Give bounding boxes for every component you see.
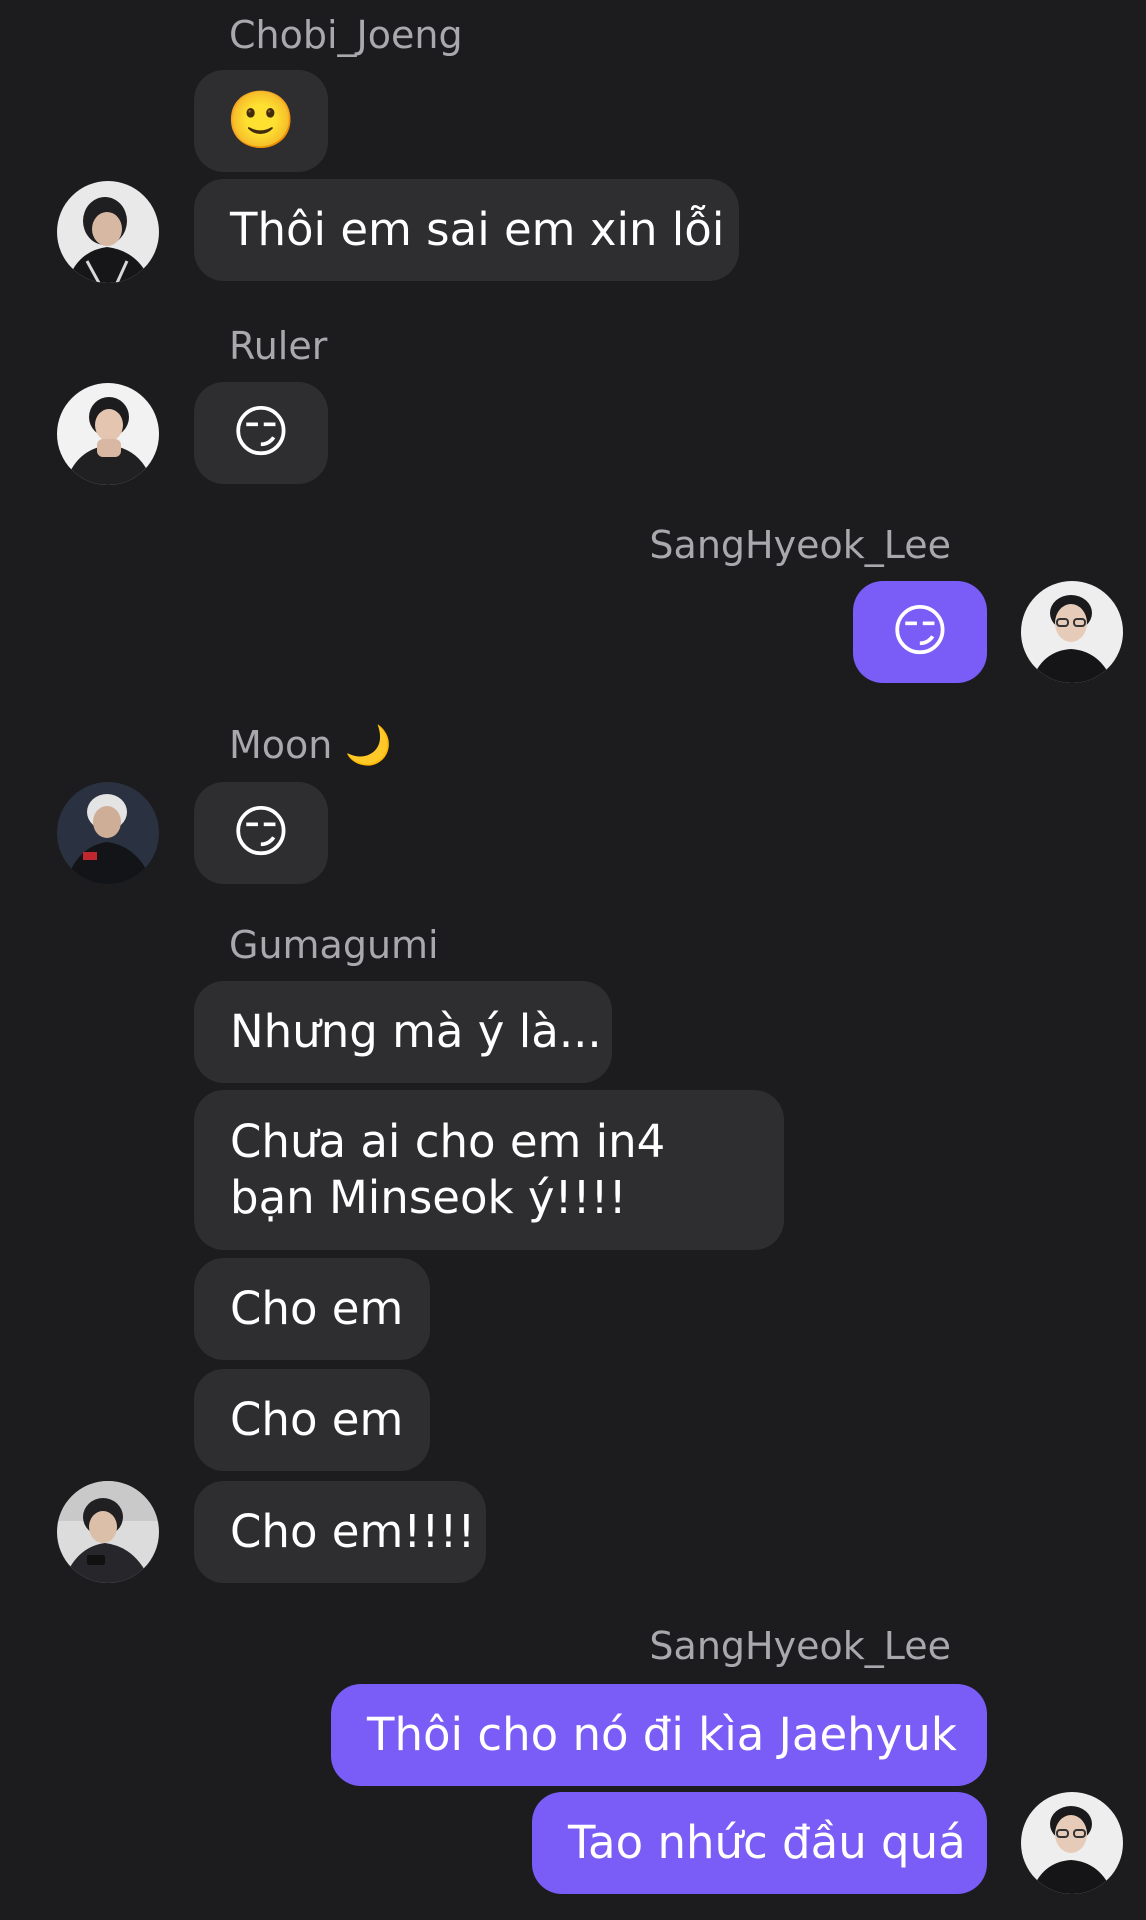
sender-name: Ruler: [229, 324, 328, 368]
message-bubble[interactable]: Cho em: [194, 1369, 430, 1471]
sender-name: SangHyeok_Lee: [649, 1624, 951, 1668]
avatar-photo-icon: [57, 782, 159, 884]
sender-name: Gumagumi: [229, 923, 439, 967]
message-bubble[interactable]: Cho em: [194, 1258, 430, 1360]
avatar-photo-icon: [1021, 1792, 1123, 1894]
message-bubble[interactable]: Chưa ai cho em in4 bạn Minseok ý!!!!: [194, 1090, 784, 1250]
avatar[interactable]: [57, 1481, 159, 1583]
avatar[interactable]: [57, 181, 159, 283]
avatar[interactable]: [1021, 1792, 1123, 1894]
avatar-photo-icon: [57, 383, 159, 485]
message-bubble[interactable]: Cho em!!!!: [194, 1481, 486, 1583]
avatar-photo-icon: [57, 181, 159, 283]
message-bubble[interactable]: Thôi em sai em xin lỗi: [194, 179, 739, 281]
message-bubble[interactable]: 😏: [194, 382, 328, 484]
sender-name: Moon 🌙: [229, 723, 392, 767]
message-bubble[interactable]: 🙂: [194, 70, 328, 172]
message-bubble[interactable]: 😏: [194, 782, 328, 884]
sender-name: SangHyeok_Lee: [649, 523, 951, 567]
sender-name: Chobi_Joeng: [229, 13, 463, 57]
avatar-photo-icon: [57, 1481, 159, 1583]
message-bubble[interactable]: Thôi cho nó đi kìa Jaehyuk: [331, 1684, 987, 1786]
message-bubble[interactable]: Nhưng mà ý là...: [194, 981, 612, 1083]
avatar[interactable]: [57, 782, 159, 884]
avatar-photo-icon: [1021, 581, 1123, 683]
avatar[interactable]: [57, 383, 159, 485]
message-bubble[interactable]: Tao nhức đầu quá: [532, 1792, 987, 1894]
avatar[interactable]: [1021, 581, 1123, 683]
message-bubble[interactable]: 😏: [853, 581, 987, 683]
